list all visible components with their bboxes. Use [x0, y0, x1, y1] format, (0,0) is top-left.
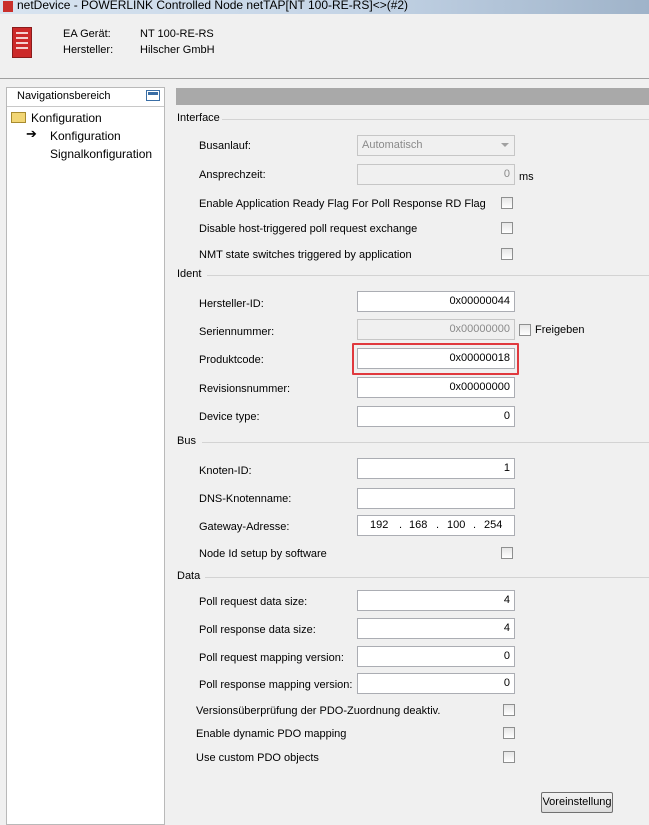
- timeout-input[interactable]: 0: [357, 164, 515, 185]
- window-title-bar: netDevice - POWERLINK Controlled Node ne…: [0, 0, 649, 14]
- poll-resp-size-input[interactable]: 4: [357, 618, 515, 639]
- group-divider: [207, 275, 649, 276]
- busstart-select[interactable]: Automatisch: [357, 135, 515, 156]
- busstart-label: Busanlauf:: [199, 140, 251, 152]
- nav-item-signalkonfiguration[interactable]: Signalkonfiguration: [50, 147, 152, 161]
- timeout-unit: ms: [519, 171, 534, 183]
- disable-host-checkbox[interactable]: [501, 222, 513, 234]
- busstart-value: Automatisch: [362, 139, 423, 151]
- gateway-label: Gateway-Adresse:: [199, 521, 290, 533]
- enable-rd-flag-checkbox[interactable]: [501, 197, 513, 209]
- poll-req-map-label: Poll request mapping version:: [199, 652, 344, 664]
- dns-label: DNS-Knotenname:: [199, 493, 292, 505]
- custom-pdo-checkbox[interactable]: [503, 751, 515, 763]
- dynamic-pdo-label: Enable dynamic PDO mapping: [196, 728, 347, 740]
- gateway-ip-input[interactable]: 192 . 168 . 100 . 254: [357, 515, 515, 536]
- disable-host-label: Disable host-triggered poll request exch…: [199, 223, 418, 235]
- group-divider: [205, 577, 649, 578]
- ip-dot: .: [399, 519, 403, 531]
- group-interface-title: Interface: [177, 112, 220, 124]
- folder-icon: [11, 112, 26, 123]
- arrow-right-icon: ➔: [26, 126, 37, 141]
- nav-item-konfiguration-folder[interactable]: Konfiguration: [31, 111, 102, 125]
- device-type-label: Device type:: [199, 411, 260, 423]
- vendor-label: Hersteller:: [63, 44, 114, 56]
- ip-octet: 100: [447, 519, 466, 531]
- serial-label: Seriennummer:: [199, 326, 275, 338]
- serial-input[interactable]: 0x00000000: [357, 319, 515, 340]
- timeout-label: Ansprechzeit:: [199, 169, 266, 181]
- enable-rd-flag-label: Enable Application Ready Flag For Poll R…: [199, 198, 486, 210]
- content-header-bar: [176, 88, 649, 105]
- reset-defaults-button[interactable]: Voreinstellung: [541, 792, 613, 813]
- ip-octet: 168: [409, 519, 428, 531]
- ip-octet: 192: [370, 519, 389, 531]
- node-id-label: Knoten-ID:: [199, 465, 252, 477]
- node-sw-label: Node Id setup by software: [199, 548, 327, 560]
- navigation-pane: Navigationsbereich Konfiguration ➔ Konfi…: [6, 87, 165, 825]
- vendor-id-label: Hersteller-ID:: [199, 298, 264, 310]
- header-separator: [0, 78, 649, 79]
- product-code-label: Produktcode:: [199, 354, 264, 366]
- revision-label: Revisionsnummer:: [199, 383, 291, 395]
- serial-release-label: Freigeben: [535, 324, 585, 336]
- app-icon: [3, 1, 13, 12]
- revision-input[interactable]: 0x00000000: [357, 377, 515, 398]
- ip-dot: .: [473, 519, 477, 531]
- nav-item-konfiguration[interactable]: Konfiguration: [50, 129, 121, 143]
- node-id-input[interactable]: 1: [357, 458, 515, 479]
- dynamic-pdo-checkbox[interactable]: [503, 727, 515, 739]
- vendor-value: Hilscher GmbH: [140, 44, 215, 56]
- pdo-check-label: Versionsüberprüfung der PDO-Zuordnung de…: [196, 705, 441, 717]
- poll-req-size-input[interactable]: 4: [357, 590, 515, 611]
- group-data-title: Data: [177, 570, 201, 582]
- group-divider: [222, 119, 649, 120]
- window-title: netDevice - POWERLINK Controlled Node ne…: [17, 0, 409, 12]
- group-bus-title: Bus: [177, 435, 196, 447]
- nmt-state-label: NMT state switches triggered by applicat…: [199, 249, 412, 261]
- pane-toggle-icon[interactable]: [146, 90, 160, 101]
- device-label: EA Gerät:: [63, 28, 111, 40]
- navigation-header: Navigationsbereich: [7, 88, 164, 107]
- device-type-input[interactable]: 0: [357, 406, 515, 427]
- vendor-id-input[interactable]: 0x00000044: [357, 291, 515, 312]
- product-code-input[interactable]: 0x00000018: [357, 348, 515, 369]
- device-icon: [12, 27, 32, 58]
- node-sw-checkbox[interactable]: [501, 547, 513, 559]
- poll-req-size-label: Poll request data size:: [199, 596, 308, 608]
- dns-input[interactable]: [357, 488, 515, 509]
- poll-req-map-input[interactable]: 0: [357, 646, 515, 667]
- device-value: NT 100-RE-RS: [140, 28, 214, 40]
- pdo-check-checkbox[interactable]: [503, 704, 515, 716]
- serial-release-checkbox[interactable]: [519, 324, 531, 336]
- custom-pdo-label: Use custom PDO objects: [196, 752, 319, 764]
- ip-dot: .: [436, 519, 440, 531]
- poll-resp-map-label: Poll response mapping version:: [199, 679, 353, 691]
- ip-octet: 254: [484, 519, 503, 531]
- navigation-title: Navigationsbereich: [17, 90, 111, 102]
- nmt-state-checkbox[interactable]: [501, 248, 513, 260]
- poll-resp-size-label: Poll response data size:: [199, 624, 316, 636]
- group-ident-title: Ident: [177, 268, 202, 280]
- poll-resp-map-input[interactable]: 0: [357, 673, 515, 694]
- chevron-down-icon: [501, 143, 509, 147]
- group-divider: [202, 442, 649, 443]
